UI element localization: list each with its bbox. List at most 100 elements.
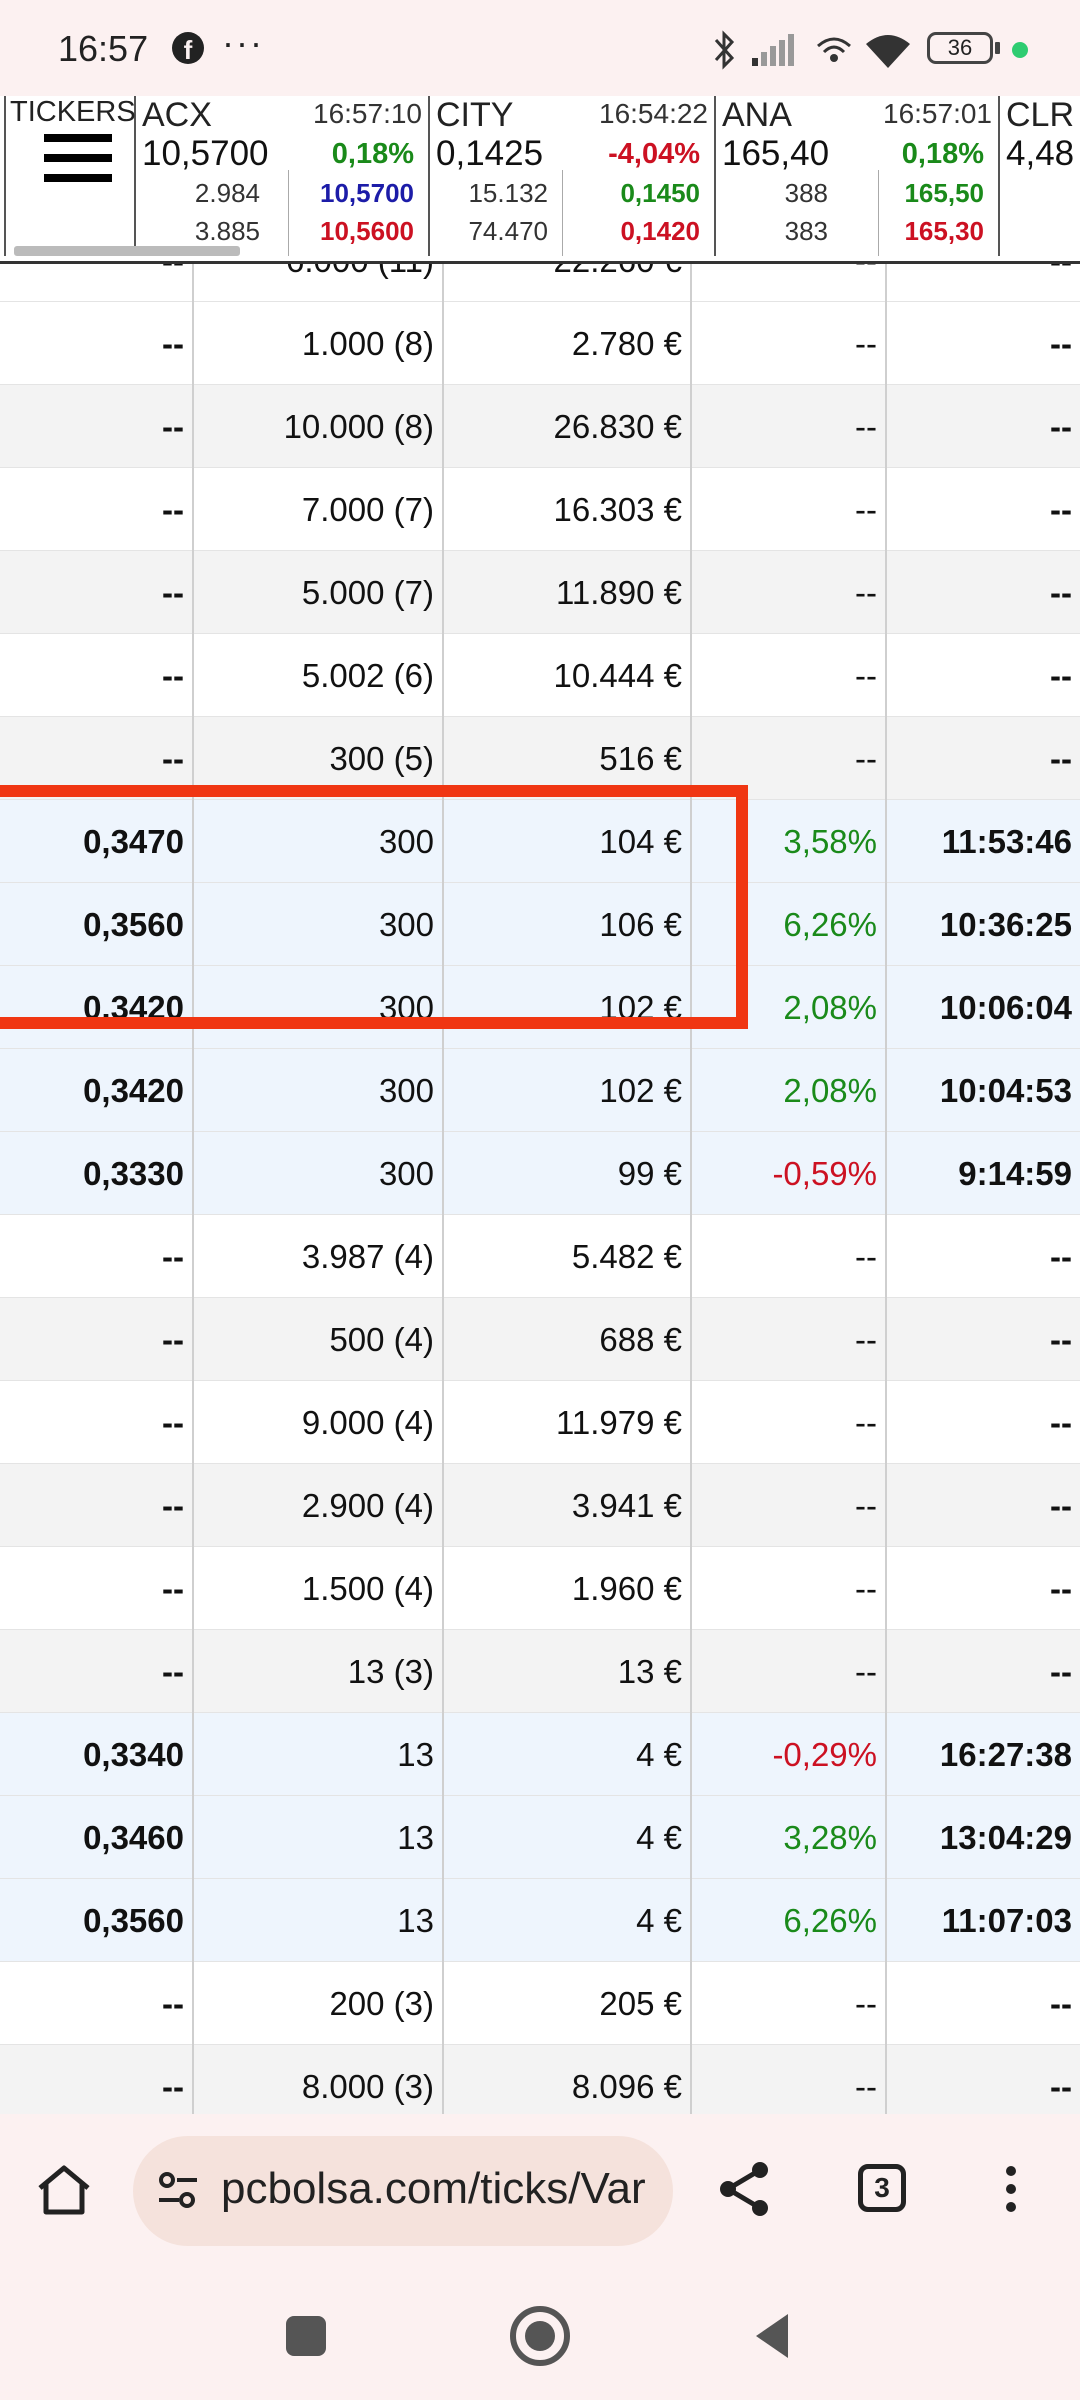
ticker-bid: 0,1450 bbox=[620, 178, 700, 208]
table-row[interactable]: -- 5.000 (7) 11.890 € -- -- bbox=[0, 551, 1080, 634]
volume-cell: 8.000 (3) bbox=[301, 2068, 434, 2105]
change-cell: 3,28% bbox=[783, 1819, 877, 1856]
ticker-ask: 0,1420 bbox=[620, 216, 700, 246]
price-cell: 0,3330 bbox=[83, 1155, 184, 1192]
price-cell: -- bbox=[162, 1321, 184, 1358]
volume-cell: 1.500 (4) bbox=[301, 1570, 434, 1607]
time-cell: -- bbox=[1050, 491, 1072, 528]
table-row[interactable]: 0,3560 13 4 € 6,26% 11:07:03 bbox=[0, 1879, 1080, 1962]
time-cell: 10:36:25 bbox=[939, 906, 1072, 943]
table-row[interactable]: -- 8.000 (3) 8.096 € -- -- bbox=[0, 2045, 1080, 2114]
amount-cell: 205 € bbox=[599, 1985, 682, 2022]
share-icon[interactable] bbox=[716, 2160, 772, 2218]
change-cell: -0,29% bbox=[772, 1736, 877, 1773]
volume-cell: 5.002 (6) bbox=[301, 657, 434, 694]
column-divider bbox=[885, 264, 887, 2114]
ticker-ask: 10,5600 bbox=[320, 216, 414, 246]
time-cell: -- bbox=[1050, 1570, 1072, 1607]
ticker-bid: 165,50 bbox=[904, 178, 984, 208]
status-bar: 16:57 f ··· 36 bbox=[0, 0, 1080, 96]
price-cell: -- bbox=[0, 264, 192, 302]
time-cell: -- bbox=[1050, 1487, 1072, 1524]
ticker-card-acx[interactable]: ACX 16:57:10 10,5700 0,18% 2.984 10,5700… bbox=[136, 96, 430, 256]
table-row[interactable]: -- 500 (4) 688 € -- -- bbox=[0, 1298, 1080, 1381]
amount-cell: 688 € bbox=[599, 1321, 682, 1358]
tickers-menu-button[interactable]: TICKERS bbox=[4, 96, 240, 256]
site-settings-icon[interactable] bbox=[155, 2168, 201, 2214]
change-cell: -- bbox=[690, 264, 885, 302]
change-cell: -- bbox=[855, 1653, 877, 1690]
table-row[interactable]: -- 1.500 (4) 1.960 € -- -- bbox=[0, 1547, 1080, 1630]
ticker-time: 16:57:10 bbox=[313, 98, 422, 129]
ticker-divider bbox=[878, 170, 879, 256]
highlight-annotation-box bbox=[0, 785, 748, 1029]
table-row[interactable]: -- 5.002 (6) 10.444 € -- -- bbox=[0, 634, 1080, 717]
ticker-ask-volume: 74.470 bbox=[468, 216, 548, 246]
back-button[interactable] bbox=[752, 2312, 792, 2360]
table-row[interactable]: 0,3420 300 102 € 2,08% 10:04:53 bbox=[0, 1049, 1080, 1132]
ticker-card-ana[interactable]: ANA 16:57:01 165,40 0,18% 388 165,50 383… bbox=[716, 96, 1000, 256]
tab-switcher-button[interactable]: 3 bbox=[858, 2164, 906, 2212]
table-row[interactable]: 0,3340 13 4 € -0,29% 16:27:38 bbox=[0, 1713, 1080, 1796]
table-row[interactable]: -- 13 (3) 13 € -- -- bbox=[0, 1630, 1080, 1713]
ticker-bid-volume: 388 bbox=[784, 178, 828, 208]
home-button[interactable] bbox=[510, 2306, 570, 2366]
volume-cell: 6.000 (11) bbox=[192, 264, 442, 302]
volume-cell: 10.000 (8) bbox=[283, 408, 434, 445]
volume-cell: 2.900 (4) bbox=[301, 1487, 434, 1524]
ticker-ask-volume: 383 bbox=[784, 216, 828, 246]
address-bar[interactable]: pcbolsa.com/ticks/Var bbox=[133, 2136, 673, 2246]
table-row[interactable]: 0,3460 13 4 € 3,28% 13:04:29 bbox=[0, 1796, 1080, 1879]
table-row[interactable]: -- 1.000 (8) 2.780 € -- -- bbox=[0, 302, 1080, 385]
price-cell: 0,3560 bbox=[83, 1902, 184, 1939]
table-row[interactable]: -- 3.987 (4) 5.482 € -- -- bbox=[0, 1215, 1080, 1298]
ticker-card-clr[interactable]: CLR 4,48 bbox=[1000, 96, 1080, 256]
recent-apps-button[interactable] bbox=[286, 2316, 326, 2356]
time-cell: -- bbox=[1050, 1404, 1072, 1441]
time-cell: -- bbox=[1050, 657, 1072, 694]
amount-cell: 1.960 € bbox=[571, 1570, 682, 1607]
ticker-divider bbox=[288, 170, 289, 256]
volume-cell: 500 (4) bbox=[329, 1321, 434, 1358]
status-time: 16:57 bbox=[58, 28, 149, 69]
volume-cell: 13 bbox=[397, 1902, 434, 1939]
more-options-icon[interactable] bbox=[1006, 2166, 1016, 2220]
change-cell: 6,26% bbox=[783, 1902, 877, 1939]
change-cell: 2,08% bbox=[783, 1072, 877, 1109]
amount-cell: 99 € bbox=[617, 1155, 682, 1192]
column-divider bbox=[192, 264, 194, 2114]
home-icon[interactable] bbox=[36, 2164, 92, 2216]
time-cell: -- bbox=[1050, 2068, 1072, 2105]
ticker-card-city[interactable]: CITY 16:54:22 0,1425 -4,04% 15.132 0,145… bbox=[430, 96, 716, 256]
ticker-symbol: ANA bbox=[722, 96, 792, 134]
tab-count: 3 bbox=[874, 2172, 890, 2203]
table-row[interactable]: -- 10.000 (8) 26.830 € -- -- bbox=[0, 385, 1080, 468]
price-cell: -- bbox=[162, 1985, 184, 2022]
ticker-price: 10,5700 bbox=[142, 134, 269, 173]
price-cell: 0,3340 bbox=[83, 1736, 184, 1773]
amount-cell: 2.780 € bbox=[571, 325, 682, 362]
change-cell: -- bbox=[855, 325, 877, 362]
price-cell: -- bbox=[162, 325, 184, 362]
table-row[interactable]: 0,3330 300 99 € -0,59% 9:14:59 bbox=[0, 1132, 1080, 1215]
time-cell: -- bbox=[1050, 574, 1072, 611]
table-row[interactable]: -- 9.000 (4) 11.979 € -- -- bbox=[0, 1381, 1080, 1464]
table-row[interactable]: --6.000 (11)22.260 €---- bbox=[0, 264, 1080, 302]
column-divider bbox=[442, 264, 444, 2114]
time-cell: -- bbox=[1050, 1321, 1072, 1358]
table-row[interactable]: -- 2.900 (4) 3.941 € -- -- bbox=[0, 1464, 1080, 1547]
ticker-change: 0,18% bbox=[331, 138, 414, 170]
table-row[interactable]: -- 7.000 (7) 16.303 € -- -- bbox=[0, 468, 1080, 551]
change-cell: -- bbox=[855, 574, 877, 611]
facebook-notification-icon: f bbox=[172, 32, 204, 65]
change-cell: -- bbox=[855, 1487, 877, 1524]
table-row[interactable]: -- 200 (3) 205 € -- -- bbox=[0, 1962, 1080, 2045]
price-cell: -- bbox=[162, 657, 184, 694]
change-cell: -- bbox=[855, 1570, 877, 1607]
time-cell: 13:04:29 bbox=[939, 1819, 1072, 1856]
time-cell: 10:06:04 bbox=[939, 989, 1072, 1026]
price-cell: -- bbox=[162, 1487, 184, 1524]
amount-cell: 8.096 € bbox=[571, 2068, 682, 2105]
amount-cell: 11.890 € bbox=[555, 574, 682, 611]
time-cell: 9:14:59 bbox=[958, 1155, 1072, 1192]
